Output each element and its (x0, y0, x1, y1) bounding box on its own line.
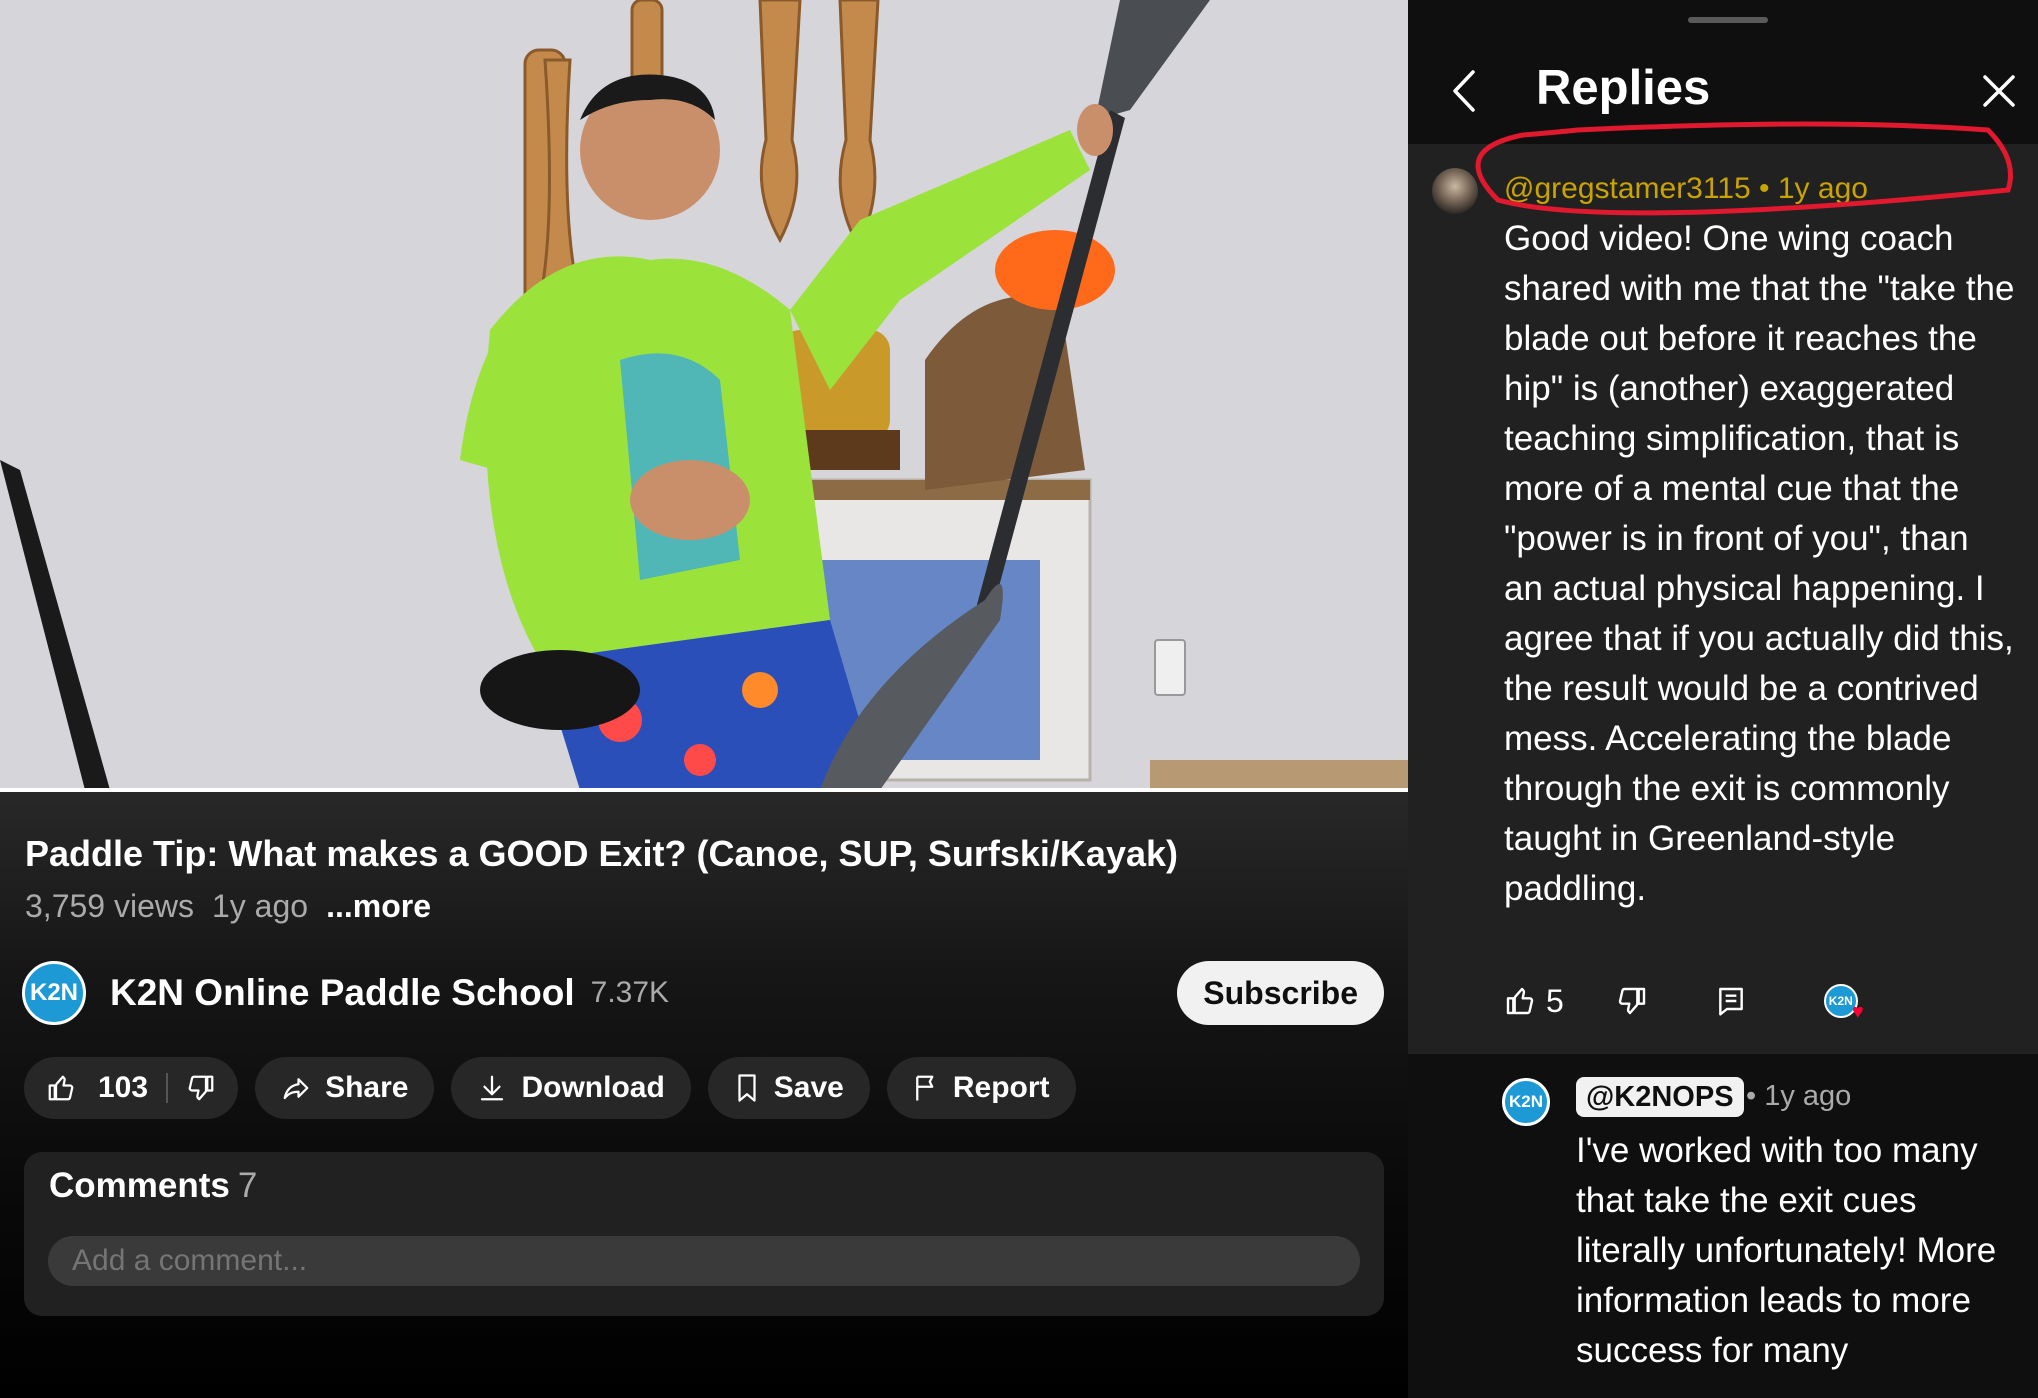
reply-icon (1718, 987, 1743, 1016)
creator-heart: K2N ♥ (1823, 984, 1864, 1022)
drag-handle[interactable] (1688, 17, 1768, 23)
creator-heart-avatar: K2N ♥ (1823, 984, 1864, 1022)
parent-comment: @gregstamer3115 • 1y ago Good video! One… (1408, 144, 2038, 1054)
video-player[interactable] (0, 0, 1408, 790)
report-label: Report (952, 1071, 1050, 1104)
action-bar: 103 Share Download Save Report (24, 1057, 1076, 1119)
share-button[interactable]: Share (255, 1057, 435, 1119)
comment-actions: 5 K2N ♥ (1504, 976, 1924, 1026)
reply-item: K2N @K2NOPS • 1y ago I've worked with to… (1408, 1054, 2038, 1398)
video-meta[interactable]: 3,759 views 1y ago ...more (25, 888, 431, 925)
comments-heading-label: Comments (49, 1166, 230, 1205)
video-title[interactable]: Paddle Tip: What makes a GOOD Exit? (Can… (25, 833, 1178, 875)
add-comment-input[interactable] (48, 1236, 1360, 1286)
comments-count: 7 (237, 1166, 258, 1205)
thumbs-down-icon (188, 1075, 214, 1101)
reply-author-badge[interactable]: @K2NOPS (1576, 1077, 1744, 1117)
video-frame-illustration (0, 0, 1408, 790)
back-button[interactable] (1444, 66, 1484, 116)
share-icon (283, 1078, 309, 1100)
comment-dislike-button[interactable] (1616, 985, 1648, 1017)
comment-author-line[interactable]: @gregstamer3115 • 1y ago (1504, 172, 1868, 206)
channel-row: K2N K2N Online Paddle School 7.37K Subsc… (22, 958, 1384, 1028)
subscribe-button[interactable]: Subscribe (1177, 961, 1384, 1025)
replies-header: Replies (1408, 40, 2038, 140)
comment-like-count: 5 (1546, 982, 1564, 1019)
report-button[interactable]: Report (886, 1057, 1076, 1119)
like-count: 103 (98, 1071, 149, 1104)
comments-section[interactable]: Comments 7 (24, 1152, 1384, 1316)
save-button[interactable]: Save (707, 1057, 870, 1119)
comment-text: Good video! One wing coach shared with m… (1504, 219, 2015, 908)
video-page: Paddle Tip: What makes a GOOD Exit? (Can… (0, 0, 1408, 1398)
thumbs-up-icon (1506, 987, 1534, 1015)
more-link[interactable]: ...more (326, 888, 431, 925)
thumbs-down-icon (1618, 987, 1645, 1015)
comment-like-button[interactable]: 5 (1504, 983, 1564, 1020)
chevron-left-icon (1453, 70, 1475, 112)
reply-time: • 1y ago (1746, 1080, 1852, 1112)
download-button[interactable]: Download (451, 1057, 691, 1119)
upload-age: 1y ago (211, 888, 309, 924)
reply-author-avatar[interactable]: K2N (1502, 1078, 1550, 1126)
close-icon (1983, 75, 2015, 107)
view-count: 3,759 views (25, 888, 194, 924)
like-dislike-divider (166, 1073, 169, 1103)
comments-heading: Comments 7 (49, 1166, 257, 1206)
creator-heart-avatar-text: K2N (1828, 994, 1853, 1008)
save-label: Save (773, 1071, 844, 1104)
thumbs-up-icon (48, 1075, 74, 1101)
comment-reply-button[interactable] (1716, 985, 1746, 1017)
channel-name[interactable]: K2N Online Paddle School (110, 972, 575, 1014)
commenter-avatar[interactable] (1432, 168, 1478, 214)
download-icon (481, 1075, 504, 1101)
flag-icon (915, 1075, 934, 1101)
share-label: Share (325, 1071, 409, 1104)
download-label: Download (521, 1071, 665, 1104)
heart-icon: ♥ (1851, 1001, 1864, 1023)
like-dislike-pill: 103 (24, 1057, 239, 1119)
channel-avatar[interactable]: K2N (22, 961, 86, 1025)
replies-title: Replies (1536, 61, 1711, 115)
dislike-button[interactable] (186, 1073, 216, 1103)
close-button[interactable] (1974, 66, 2024, 116)
bookmark-icon (738, 1074, 756, 1102)
like-button[interactable]: 103 (46, 1071, 148, 1105)
reply-text: I've worked with too many that take the … (1576, 1131, 1997, 1370)
replies-panel: Replies @gregstamer3115 • 1y ago Good vi… (1408, 0, 2038, 1398)
subscriber-count: 7.37K (590, 976, 670, 1009)
